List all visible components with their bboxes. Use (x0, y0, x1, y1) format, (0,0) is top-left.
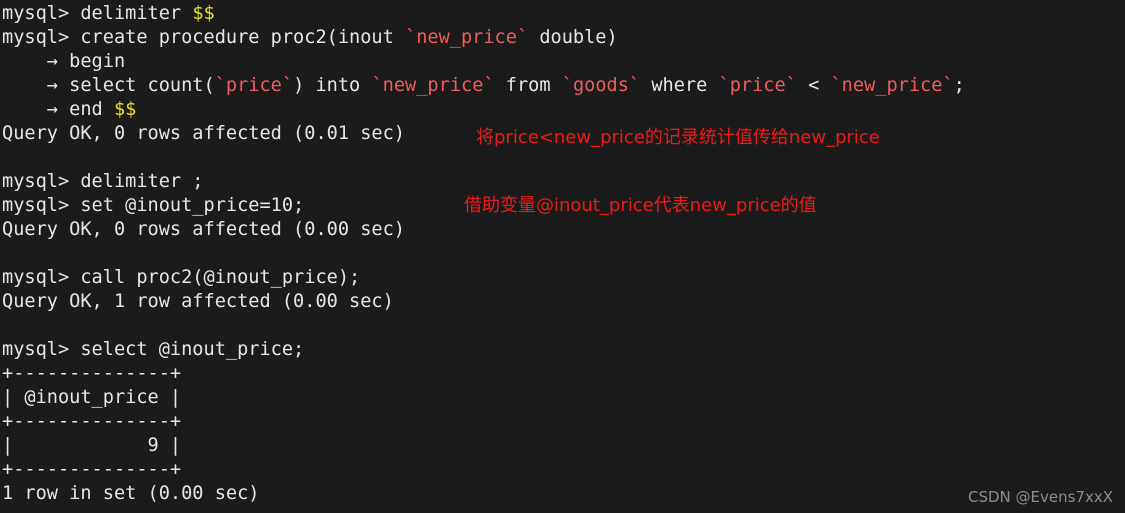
line-segment-plain: mysql> delimiter (2, 3, 193, 24)
line-segment-plain: mysql> call proc2(@inout_price); (2, 267, 361, 288)
terminal-line-continuation: → end $$ (2, 98, 1125, 122)
line-segment-plain: → begin (2, 51, 126, 72)
terminal-line-table-border: +--------------+ (2, 458, 1125, 482)
line-segment-plain: ; (953, 75, 965, 96)
line-segment-plain: Query OK, 1 row affected (0.00 sec) (2, 291, 394, 312)
annotation-variable-usage: 借助变量@inout_price代表new_price的值 (464, 195, 817, 216)
terminal-line-table-border: +--------------+ (2, 362, 1125, 386)
line-segment-plain: +--------------+ (2, 459, 182, 480)
line-segment-plain: where (640, 75, 719, 96)
line-segment-ident: `new_price` (830, 75, 954, 96)
line-segment-ident: `price` (718, 75, 797, 96)
terminal-line-command: mysql> select @inout_price; (2, 338, 1125, 362)
line-segment-plain: ) into (293, 75, 372, 96)
terminal-line-continuation: → select count(`price`) into `new_price`… (2, 74, 1125, 98)
line-segment-ident: `goods` (561, 75, 641, 96)
line-segment-plain: +--------------+ (2, 411, 182, 432)
line-segment-ident: `new_price` (405, 27, 529, 48)
line-segment-plain: < (796, 75, 831, 96)
terminal-line-table-row: | 9 | (2, 434, 1125, 458)
line-segment-plain: → end (2, 99, 114, 120)
line-segment-ident: `price` (214, 75, 294, 96)
terminal-output: mysql> delimiter $$ mysql> create procedu… (2, 2, 1125, 506)
terminal-line-table-header: | @inout_price | (2, 386, 1125, 410)
terminal-line-result: Query OK, 0 rows affected (0.00 sec) (2, 218, 1125, 242)
watermark: CSDN @Evens7xxX (967, 488, 1113, 506)
line-segment-plain: 1 row in set (0.00 sec) (2, 483, 260, 504)
line-segment-plain: mysql> create procedure proc2(inout (2, 27, 405, 48)
terminal-line-continuation: → begin (2, 50, 1125, 74)
line-segment-plain: | 9 | (2, 435, 182, 456)
terminal-line-command: mysql> delimiter ; (2, 170, 1125, 194)
terminal-line-table-border: +--------------+ (2, 410, 1125, 434)
line-segment-plain: mysql> select @inout_price; (2, 339, 305, 360)
terminal-line-command: mysql> create procedure proc2(inout `new… (2, 26, 1125, 50)
line-segment-plain: mysql> delimiter ; (2, 171, 204, 192)
line-segment-delim: $$ (113, 99, 137, 120)
annotation-procedure-logic: 将price<new_price的记录统计值传给new_price (476, 127, 880, 148)
terminal-line-result: 1 row in set (0.00 sec) (2, 482, 1125, 506)
terminal-line-result: Query OK, 1 row affected (0.00 sec) (2, 290, 1125, 314)
line-segment-plain: mysql> set @inout_price=10; (2, 195, 305, 216)
terminal-line-command: mysql> call proc2(@inout_price); (2, 266, 1125, 290)
line-segment-plain: +--------------+ (2, 363, 182, 384)
line-segment-plain: | @inout_price | (2, 387, 182, 408)
line-segment-plain: Query OK, 0 rows affected (0.00 sec) (2, 219, 405, 240)
line-segment-ident: `new_price` (371, 75, 495, 96)
terminal-window[interactable]: mysql> delimiter $$ mysql> create procedu… (0, 0, 1125, 513)
terminal-line-command: mysql> delimiter $$ (2, 2, 1125, 26)
line-segment-plain: Query OK, 0 rows affected (0.01 sec) (2, 123, 405, 144)
line-segment-plain: from (494, 75, 562, 96)
line-segment-delim: $$ (192, 3, 215, 24)
line-segment-plain: → select count( (2, 75, 215, 96)
line-segment-plain: double) (528, 27, 618, 48)
